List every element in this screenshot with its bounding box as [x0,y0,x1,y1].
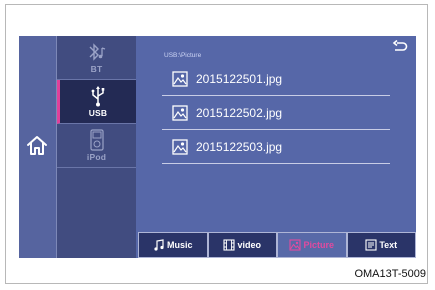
usb-icon [91,86,105,107]
media-type-tabs: Music video Picture Text [138,232,416,258]
film-icon [223,239,236,251]
source-item-ipod[interactable]: iPod [57,124,136,168]
picture-icon [289,239,302,251]
file-name: 2015122503.jpg [196,139,283,154]
tab-label-video: video [237,240,261,250]
tab-label-music: Music [166,240,193,250]
source-item-bt[interactable]: BT [57,36,136,80]
tab-label-picture: Picture [303,240,334,250]
tab-music[interactable]: Music [138,232,208,258]
tab-label-text: Text [379,240,398,250]
source-list: BT USB iPod [57,36,136,258]
tab-picture[interactable]: Picture [277,232,347,258]
file-name: 2015122502.jpg [196,105,283,120]
source-label-ipod: iPod [86,152,107,162]
source-item-usb[interactable]: USB [57,80,136,124]
home-column [19,36,57,258]
file-row[interactable]: 2015122501.jpg [162,62,390,96]
tab-text[interactable]: Text [346,232,416,258]
text-doc-icon [365,239,377,251]
file-name: 2015122501.jpg [196,71,283,86]
music-note-icon [154,239,164,251]
ipod-icon [89,129,104,151]
image-file-icon [172,104,188,121]
head-unit-screen: BT USB iPod USB:\Picture 2015122501.jpg … [19,36,416,258]
figure-code: OMA13T-5009 [354,268,426,280]
source-label-usb: USB [88,108,108,118]
home-icon[interactable] [25,134,49,156]
file-row[interactable]: 2015122503.jpg [162,130,390,164]
back-arrow-icon[interactable] [392,40,408,54]
file-browser: USB:\Picture 2015122501.jpg 2015122502.j… [136,36,416,258]
bluetooth-music-icon [89,43,105,61]
source-label-bt: BT [90,64,103,74]
image-file-icon [172,138,188,155]
file-row[interactable]: 2015122502.jpg [162,96,390,130]
tab-video[interactable]: video [207,232,277,258]
breadcrumb-path: USB:\Picture [164,52,202,59]
image-file-icon [172,70,188,87]
